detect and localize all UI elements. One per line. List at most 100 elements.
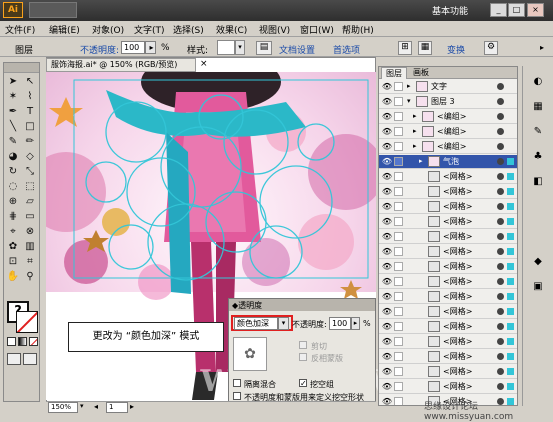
visibility-eye-icon[interactable]: 👁 [381, 230, 393, 243]
lock-toggle-icon[interactable] [394, 112, 403, 121]
selection-square-icon[interactable] [507, 263, 514, 270]
layer-row[interactable]: 👁 <网格> [379, 170, 517, 184]
lock-toggle-icon[interactable] [394, 367, 403, 376]
menu-window[interactable]: 窗口(W) [300, 23, 334, 36]
visibility-eye-icon[interactable]: 👁 [381, 125, 393, 138]
selection-tool-icon[interactable]: ➤ [6, 75, 20, 89]
layer-row[interactable]: 👁 <网格> [379, 365, 517, 379]
layer-row[interactable]: 👁 ▸ 气泡 [379, 155, 517, 169]
preferences-link[interactable]: 首选项 [333, 43, 360, 56]
symbols-panel-icon[interactable]: ♣ [530, 151, 546, 165]
warp-tool-icon[interactable]: ◌ [6, 180, 20, 194]
target-circle-icon[interactable] [497, 383, 504, 390]
lock-toggle-icon[interactable] [394, 232, 403, 241]
layer-row[interactable]: 👁 <网格> [379, 200, 517, 214]
visibility-eye-icon[interactable]: 👁 [381, 320, 393, 333]
first-page-icon[interactable]: ◂ [94, 402, 98, 411]
tab-artboards[interactable]: 画板 [408, 67, 434, 79]
selection-square-icon[interactable] [507, 143, 514, 150]
magic-wand-tool-icon[interactable]: ✶ [6, 90, 20, 104]
visibility-eye-icon[interactable]: 👁 [381, 95, 393, 108]
target-circle-icon[interactable] [497, 353, 504, 360]
close-window-button[interactable]: × [527, 3, 544, 17]
transparency-opacity-field[interactable]: 100 [329, 317, 351, 330]
options-icon[interactable]: ⚙ [484, 41, 498, 55]
selection-square-icon[interactable] [507, 323, 514, 330]
symbol-sprayer-tool-icon[interactable]: ✿ [6, 240, 20, 254]
lasso-tool-icon[interactable]: ⌇ [23, 90, 37, 104]
selection-square-icon[interactable] [507, 368, 514, 375]
target-circle-icon[interactable] [497, 158, 504, 165]
brushes-panel-icon[interactable]: ✎ [530, 126, 546, 140]
menu-select[interactable]: 选择(S) [173, 23, 204, 36]
target-circle-icon[interactable] [497, 278, 504, 285]
doc-setup-link[interactable]: 文档设置 [279, 43, 315, 56]
selection-square-icon[interactable] [507, 203, 514, 210]
maximize-button[interactable]: □ [508, 3, 525, 17]
opacity-stepper-icon[interactable]: ▸ [351, 317, 360, 330]
lock-toggle-icon[interactable] [394, 157, 403, 166]
visibility-eye-icon[interactable]: 👁 [381, 260, 393, 273]
menu-view[interactable]: 视图(V) [259, 23, 290, 36]
isolate-blending-checkbox[interactable] [233, 379, 241, 387]
selection-square-icon[interactable] [507, 158, 514, 165]
workspace-switcher[interactable] [29, 2, 77, 18]
perspective-grid-tool-icon[interactable]: ▱ [23, 195, 37, 209]
artboard-tool-icon[interactable]: ⊡ [6, 255, 20, 269]
artboards-panel-icon[interactable]: ▣ [530, 281, 546, 295]
visibility-eye-icon[interactable]: 👁 [381, 80, 393, 93]
visibility-eye-icon[interactable]: 👁 [381, 350, 393, 363]
visibility-eye-icon[interactable]: 👁 [381, 335, 393, 348]
selection-square-icon[interactable] [507, 128, 514, 135]
target-circle-icon[interactable] [497, 218, 504, 225]
mesh-tool-icon[interactable]: ⋕ [6, 210, 20, 224]
target-circle-icon[interactable] [497, 83, 504, 90]
invert-mask-checkbox[interactable] [299, 353, 307, 361]
graphic-styles-icon[interactable]: ◧ [530, 176, 546, 190]
swatches-panel-icon[interactable]: ▦ [530, 101, 546, 115]
rotate-tool-icon[interactable]: ↻ [6, 165, 20, 179]
lock-toggle-icon[interactable] [394, 142, 403, 151]
pen-tool-icon[interactable]: ✒ [6, 105, 20, 119]
layer-row[interactable]: 👁 <网格> [379, 230, 517, 244]
lock-toggle-icon[interactable] [394, 82, 403, 91]
layer-row[interactable]: 👁 <网格> [379, 320, 517, 334]
selection-square-icon[interactable] [507, 353, 514, 360]
control-opacity-field[interactable]: 100 [121, 41, 145, 54]
knockout-group-checkbox[interactable]: ✓ [299, 379, 307, 388]
lock-toggle-icon[interactable] [394, 202, 403, 211]
tools-panel-header[interactable] [4, 63, 39, 73]
selection-square-icon[interactable] [507, 278, 514, 285]
visibility-eye-icon[interactable]: 👁 [381, 290, 393, 303]
style-swatch[interactable] [217, 40, 235, 55]
target-circle-icon[interactable] [497, 98, 504, 105]
zoom-field[interactable]: 150% [48, 402, 78, 413]
transform-link[interactable]: 变换 [447, 43, 465, 56]
visibility-eye-icon[interactable]: 👁 [381, 200, 393, 213]
control-opacity-label[interactable]: 不透明度: [80, 43, 119, 56]
target-circle-icon[interactable] [497, 173, 504, 180]
lock-toggle-icon[interactable] [394, 217, 403, 226]
selection-square-icon[interactable] [507, 218, 514, 225]
target-circle-icon[interactable] [497, 143, 504, 150]
lock-toggle-icon[interactable] [394, 97, 403, 106]
blend-mode-dropdown-icon[interactable]: ▾ [278, 317, 289, 330]
type-tool-icon[interactable]: T [23, 105, 37, 119]
menu-effect[interactable]: 效果(C) [216, 23, 247, 36]
menu-object[interactable]: 对象(O) [92, 23, 124, 36]
layer-row[interactable]: 👁 ▾ 图层 3 [379, 95, 517, 109]
visibility-eye-icon[interactable]: 👁 [381, 215, 393, 228]
draw-mode-icon[interactable] [7, 353, 21, 365]
eraser-tool-icon[interactable]: ◇ [23, 150, 37, 164]
visibility-eye-icon[interactable]: 👁 [381, 140, 393, 153]
hand-tool-icon[interactable]: ✋ [6, 270, 20, 284]
selection-square-icon[interactable] [507, 248, 514, 255]
screen-mode-icon[interactable] [23, 353, 37, 365]
lock-toggle-icon[interactable] [394, 172, 403, 181]
target-circle-icon[interactable] [497, 308, 504, 315]
visibility-eye-icon[interactable]: 👁 [381, 395, 393, 405]
selection-square-icon[interactable] [507, 308, 514, 315]
free-transform-tool-icon[interactable]: ⬚ [23, 180, 37, 194]
control-menu-icon[interactable]: ▸ [540, 43, 544, 52]
lock-toggle-icon[interactable] [394, 307, 403, 316]
